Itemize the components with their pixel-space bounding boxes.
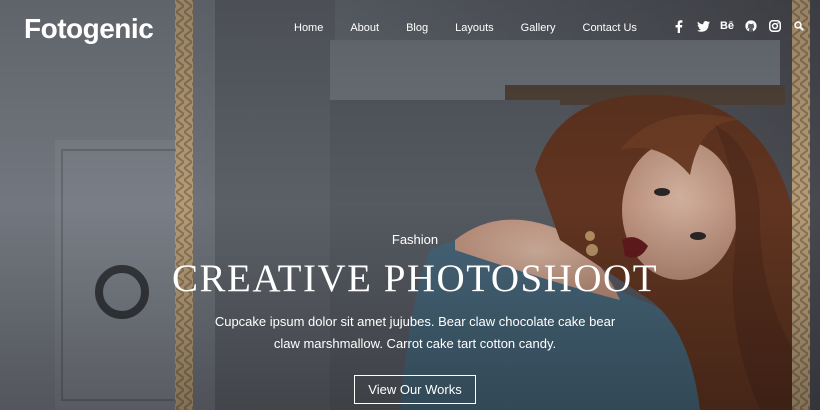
behance-icon[interactable]: Bē xyxy=(720,19,734,33)
instagram-icon[interactable] xyxy=(768,19,782,33)
nav-item-contact-us[interactable]: Contact Us xyxy=(583,22,637,34)
social-links: Bē xyxy=(662,19,806,33)
nav-item-layouts[interactable]: Layouts xyxy=(455,22,494,34)
hero-content: Fashion CREATIVE PHOTOSHOOT Cupcake ipsu… xyxy=(0,232,820,404)
nav-item-about[interactable]: About xyxy=(350,22,379,34)
view-our-works-button[interactable]: View Our Works xyxy=(354,375,476,404)
hero-description: Cupcake ipsum dolor sit amet jujubes. Be… xyxy=(214,314,616,351)
main-navigation: Home About Blog Layouts Gallery Contact … xyxy=(294,22,637,34)
facebook-icon[interactable] xyxy=(672,19,686,33)
github-icon[interactable] xyxy=(744,19,758,33)
site-logo[interactable]: Fotogenic xyxy=(24,13,154,45)
hero-category[interactable]: Fashion xyxy=(0,232,820,247)
nav-item-gallery[interactable]: Gallery xyxy=(521,22,556,34)
hero-title: CREATIVE PHOTOSHOOT xyxy=(171,257,659,300)
nav-item-home[interactable]: Home xyxy=(294,22,323,34)
hero-section: Fotogenic Home About Blog Layouts Galler… xyxy=(0,0,820,410)
search-icon[interactable] xyxy=(792,19,806,33)
nav-item-blog[interactable]: Blog xyxy=(406,22,428,34)
twitter-icon[interactable] xyxy=(696,19,710,33)
